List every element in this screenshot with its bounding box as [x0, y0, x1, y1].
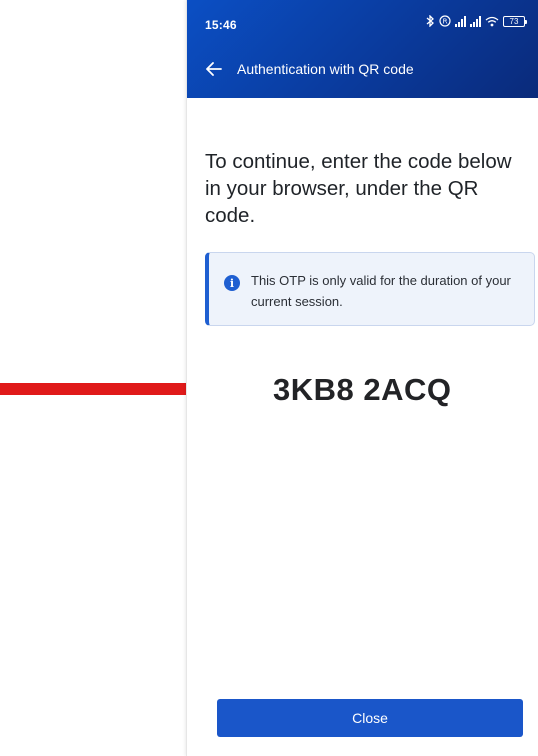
svg-text:R: R	[443, 18, 448, 26]
app-header: 15:46 R 73 Authentication with QR code	[187, 0, 538, 98]
bluetooth-icon	[426, 15, 434, 27]
page-title: Authentication with QR code	[237, 61, 414, 77]
arrow-left-icon	[206, 62, 222, 76]
back-button[interactable]	[201, 56, 227, 82]
wifi-icon	[485, 16, 499, 26]
signal-icon-2	[470, 15, 481, 27]
registered-icon: R	[439, 15, 451, 27]
info-banner: i This OTP is only valid for the duratio…	[205, 252, 535, 326]
close-button[interactable]: Close	[217, 699, 523, 737]
signal-icon	[455, 15, 466, 27]
screenshot-stage: 15:46 R 73 Authentication with QR code T…	[0, 0, 538, 756]
otp-code: 3KB8 2ACQ	[273, 372, 452, 407]
instruction-text: To continue, enter the code below in you…	[205, 150, 512, 227]
battery-icon: 73	[503, 15, 527, 27]
status-icons: R 73	[426, 15, 527, 27]
info-banner-text: This OTP is only valid for the duration …	[251, 273, 511, 309]
status-time: 15:46	[205, 18, 237, 32]
phone-screen: 15:46 R 73 Authentication with QR code T…	[186, 0, 538, 756]
info-icon: i	[224, 275, 240, 291]
